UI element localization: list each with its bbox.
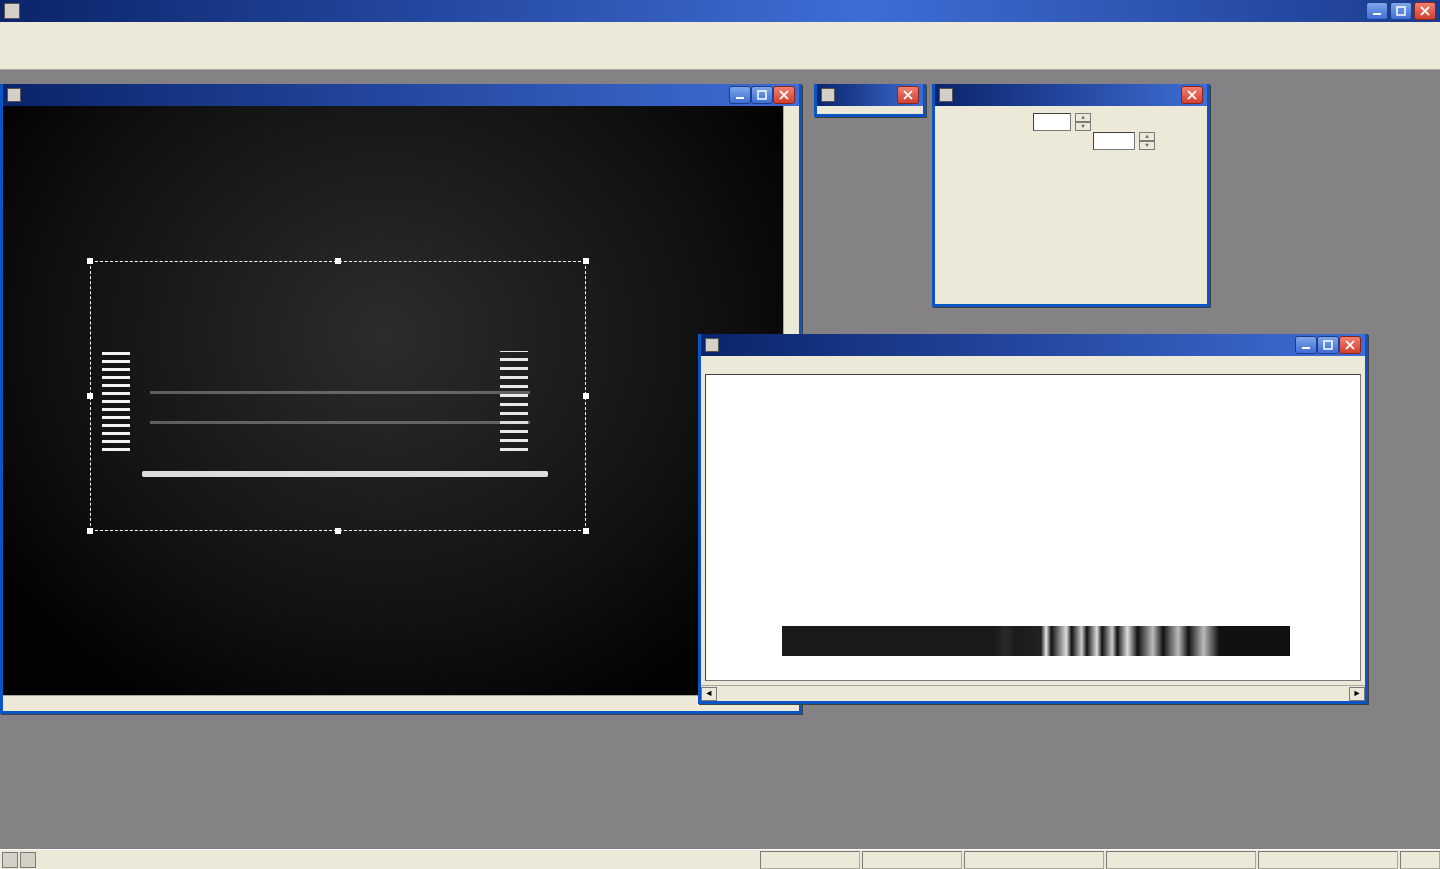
app-titlebar <box>0 0 1440 22</box>
lanes-dialog-titlebar[interactable] <box>935 84 1207 106</box>
app-icon <box>4 3 20 19</box>
lane-profile-plot[interactable] <box>705 374 1361 681</box>
aoi-handle[interactable] <box>87 258 93 264</box>
image-close-button[interactable] <box>773 86 795 104</box>
lane-profile-icon <box>705 338 719 352</box>
toolbar <box>0 42 1440 70</box>
image-maximize-button[interactable] <box>751 86 773 104</box>
aoi-handle[interactable] <box>335 258 341 264</box>
statusbar-icon-2[interactable] <box>20 852 36 868</box>
lane-profile-close-button[interactable] <box>1339 336 1361 354</box>
menubar <box>0 22 1440 42</box>
lane-profile-window: ◄ ► <box>698 334 1368 704</box>
image-scrollbar-horizontal[interactable] <box>3 695 799 711</box>
status-coord <box>760 851 860 869</box>
image-window-icon <box>7 88 21 102</box>
lane-width-spinner[interactable]: ▲▼ <box>1075 113 1091 131</box>
look-for-spinner[interactable]: ▲▼ <box>1139 132 1155 150</box>
aoi-handle[interactable] <box>583 258 589 264</box>
lane-profile-titlebar[interactable] <box>701 334 1365 356</box>
lanes-dialog-icon <box>939 88 953 102</box>
lane-profile-minimize-button[interactable] <box>1295 336 1317 354</box>
plot-svg <box>706 379 1360 624</box>
image-window-titlebar[interactable] <box>3 84 799 106</box>
aoi-handle[interactable] <box>87 393 93 399</box>
lanes-dialog-close-button[interactable] <box>1181 86 1203 104</box>
gel-image[interactable] <box>3 106 799 711</box>
status-memory <box>1400 851 1440 869</box>
workspace: ▲▼ ▲▼ <box>0 70 1440 849</box>
app-minimize-button[interactable] <box>1366 2 1388 20</box>
aoi-handle[interactable] <box>583 528 589 534</box>
lane-profile-maximize-button[interactable] <box>1317 336 1339 354</box>
status-selection <box>964 851 1104 869</box>
aoi-handle[interactable] <box>335 528 341 534</box>
status-val <box>862 851 962 869</box>
panel-1d-gel <box>814 84 926 117</box>
statusbar-icon-1[interactable] <box>2 852 18 868</box>
app-maximize-button[interactable] <box>1390 2 1412 20</box>
scroll-right-button[interactable]: ► <box>1349 687 1365 701</box>
status-wh <box>1106 851 1256 869</box>
lane-profile-scrollbar[interactable]: ◄ ► <box>701 685 1365 701</box>
lane-strip-image <box>782 626 1290 656</box>
panel-1d-gel-titlebar[interactable] <box>817 84 923 106</box>
look-for-input <box>1093 132 1135 150</box>
image-minimize-button[interactable] <box>729 86 751 104</box>
panel-1d-gel-close-button[interactable] <box>897 86 919 104</box>
status-units <box>1258 851 1398 869</box>
lane-width-input <box>1033 113 1071 131</box>
aoi-handle[interactable] <box>583 393 589 399</box>
statusbar <box>0 849 1440 869</box>
lanes-dialog: ▲▼ ▲▼ <box>932 84 1210 307</box>
scroll-left-button[interactable]: ◄ <box>701 687 717 701</box>
panel-1d-gel-icon <box>821 88 835 102</box>
app-close-button[interactable] <box>1414 2 1436 20</box>
lane-profile-menubar <box>701 356 1365 374</box>
aoi-rectangle[interactable] <box>90 261 586 531</box>
aoi-handle[interactable] <box>87 528 93 534</box>
image-window <box>0 84 802 714</box>
